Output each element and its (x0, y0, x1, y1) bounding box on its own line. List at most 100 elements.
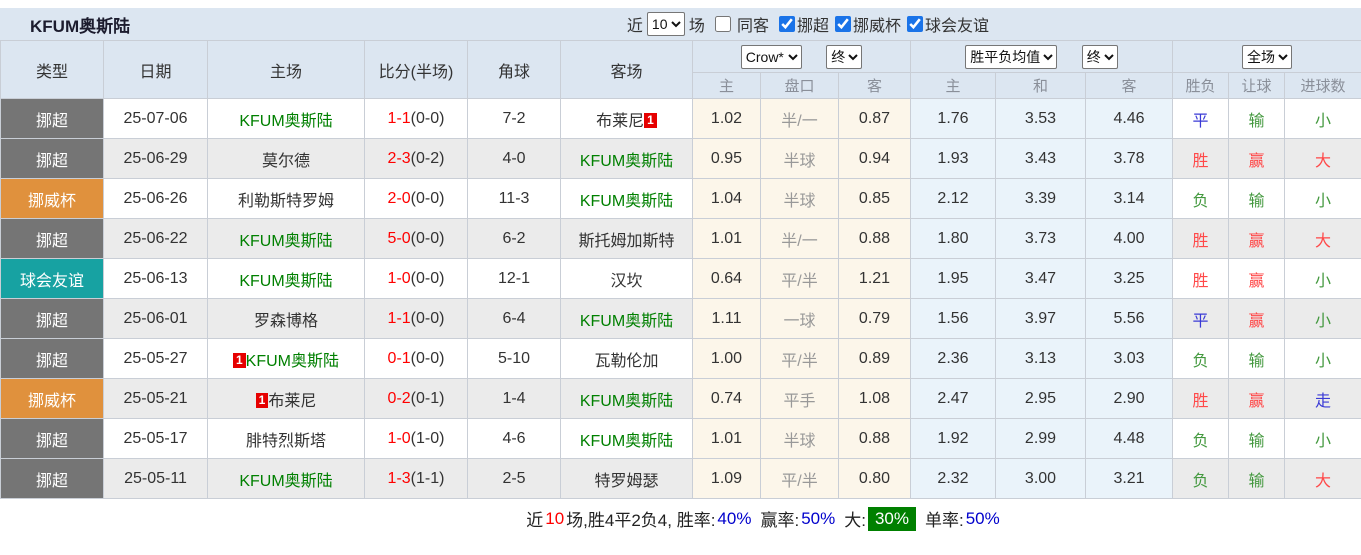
result-wdl-cell: 胜 (1173, 379, 1229, 419)
corners-cell: 2-5 (468, 459, 561, 499)
subheader-avg-away: 客 (1086, 73, 1173, 99)
date-cell: 25-06-13 (104, 259, 208, 299)
match-row: 挪超25-06-29莫尔德2-3(0-2)4-0KFUM奥斯陆0.95半球0.9… (1, 139, 1361, 179)
bookmaker-select[interactable]: Crow* (741, 45, 802, 69)
col-header-type: 类型 (1, 41, 104, 99)
corners-cell: 1-4 (468, 379, 561, 419)
result-wdl-cell: 胜 (1173, 139, 1229, 179)
result-wdl-cell: 胜 (1173, 259, 1229, 299)
odds-home-cell: 0.95 (693, 139, 761, 179)
summary-big-rate: 30% (868, 507, 916, 531)
result-goals-cell: 小 (1285, 299, 1361, 339)
odds-away-cell: 0.88 (839, 419, 911, 459)
avg-draw-cell: 3.39 (996, 179, 1086, 219)
result-wdl-cell: 平 (1173, 299, 1229, 339)
home-team-cell: KFUM奥斯陆 (208, 259, 365, 299)
avg-home-cell: 2.36 (911, 339, 996, 379)
avg-away-cell: 3.03 (1086, 339, 1173, 379)
subheader-result-handicap: 让球 (1229, 73, 1285, 99)
result-goals-cell: 小 (1285, 339, 1361, 379)
match-row: 挪超25-06-01罗森博格1-1(0-0)6-4KFUM奥斯陆1.11一球0.… (1, 299, 1361, 339)
summary-count: 10 (545, 509, 564, 529)
corners-cell: 7-2 (468, 99, 561, 139)
odds-handicap-cell: 平/半 (761, 339, 839, 379)
avg-home-cell: 2.47 (911, 379, 996, 419)
subheader-odds-home: 主 (693, 73, 761, 99)
result-wdl-cell: 负 (1173, 179, 1229, 219)
match-row: 挪超25-05-11KFUM奥斯陆1-3(1-1)2-5特罗姆瑟1.09平/半0… (1, 459, 1361, 499)
avg-time-select[interactable]: 终 (1082, 45, 1118, 69)
league-filter-checkbox-2[interactable] (907, 16, 923, 32)
avg-draw-cell: 2.99 (996, 419, 1086, 459)
subheader-avg-home: 主 (911, 73, 996, 99)
page-title: KFUM奥斯陆 (0, 12, 130, 37)
date-cell: 25-05-17 (104, 419, 208, 459)
result-handicap-cell: 输 (1229, 419, 1285, 459)
near-count-select[interactable]: 10 (647, 12, 685, 36)
avg-home-cell: 1.76 (911, 99, 996, 139)
league-cell: 挪超 (1, 299, 104, 339)
home-team-cell: 腓特烈斯塔 (208, 419, 365, 459)
league-cell: 挪超 (1, 419, 104, 459)
avg-draw-cell: 3.13 (996, 339, 1086, 379)
score-cell: 0-2(0-1) (365, 379, 468, 419)
away-team-cell: KFUM奥斯陆 (561, 179, 693, 219)
league-cell: 球会友谊 (1, 259, 104, 299)
result-goals-cell: 小 (1285, 419, 1361, 459)
odds-home-cell: 0.74 (693, 379, 761, 419)
date-cell: 25-05-11 (104, 459, 208, 499)
home-team-cell: KFUM奥斯陆 (208, 219, 365, 259)
avg-away-cell: 4.00 (1086, 219, 1173, 259)
match-row: 挪超25-06-22KFUM奥斯陆5-0(0-0)6-2斯托姆加斯特1.01半/… (1, 219, 1361, 259)
same-venue-checkbox[interactable] (715, 16, 731, 32)
odds-home-cell: 1.11 (693, 299, 761, 339)
away-team-cell: KFUM奥斯陆 (561, 379, 693, 419)
date-cell: 25-06-26 (104, 179, 208, 219)
odds-away-cell: 0.85 (839, 179, 911, 219)
result-wdl-cell: 负 (1173, 459, 1229, 499)
odds-away-cell: 0.94 (839, 139, 911, 179)
avg-home-cell: 1.95 (911, 259, 996, 299)
result-goals-cell: 小 (1285, 99, 1361, 139)
match-table-body: 挪超25-07-06KFUM奥斯陆1-1(0-0)7-2布莱尼11.02半/一0… (1, 99, 1361, 499)
odds-handicap-cell: 半球 (761, 139, 839, 179)
summary-record: 场,胜4平2负4, 胜率: (566, 506, 715, 531)
col-header-score: 比分(半场) (365, 41, 468, 99)
avg-draw-cell: 3.47 (996, 259, 1086, 299)
league-filter-checkbox-0[interactable] (779, 16, 795, 32)
avg-away-cell: 3.14 (1086, 179, 1173, 219)
score-cell: 5-0(0-0) (365, 219, 468, 259)
result-handicap-cell: 输 (1229, 99, 1285, 139)
avg-home-cell: 1.92 (911, 419, 996, 459)
avg-type-select[interactable]: 胜平负均值 (965, 45, 1057, 69)
score-cell: 2-0(0-0) (365, 179, 468, 219)
away-team-cell: KFUM奥斯陆 (561, 419, 693, 459)
result-handicap-cell: 赢 (1229, 299, 1285, 339)
result-goals-cell: 走 (1285, 379, 1361, 419)
away-team-cell: 特罗姆瑟 (561, 459, 693, 499)
league-filter-checkbox-1[interactable] (835, 16, 851, 32)
avg-away-cell: 3.21 (1086, 459, 1173, 499)
odds-time-select[interactable]: 终 (826, 45, 862, 69)
result-handicap-cell: 输 (1229, 339, 1285, 379)
match-history-table: 类型 日期 主场 比分(半场) 角球 客场 Crow* 终 胜平负均值 终 全场… (0, 40, 1361, 499)
avg-away-cell: 4.46 (1086, 99, 1173, 139)
odds-home-cell: 1.04 (693, 179, 761, 219)
league-filter-label-1: 挪威杯 (853, 12, 901, 36)
league-cell: 挪超 (1, 339, 104, 379)
away-team-cell: 斯托姆加斯特 (561, 219, 693, 259)
league-cell: 挪超 (1, 139, 104, 179)
summary-handicap-rate: 50% (801, 509, 835, 529)
odds-away-cell: 0.88 (839, 219, 911, 259)
avg-draw-cell: 3.43 (996, 139, 1086, 179)
odds-away-cell: 1.21 (839, 259, 911, 299)
match-row: 挪超25-05-271KFUM奥斯陆0-1(0-0)5-10瓦勒伦加1.00平/… (1, 339, 1361, 379)
result-goals-cell: 小 (1285, 259, 1361, 299)
avg-away-cell: 2.90 (1086, 379, 1173, 419)
league-filter-label-2: 球会友谊 (925, 12, 989, 36)
avg-draw-cell: 2.95 (996, 379, 1086, 419)
full-match-select[interactable]: 全场 (1242, 45, 1292, 69)
away-team-cell: 布莱尼1 (561, 99, 693, 139)
odds-away-cell: 0.87 (839, 99, 911, 139)
odds-home-cell: 0.64 (693, 259, 761, 299)
